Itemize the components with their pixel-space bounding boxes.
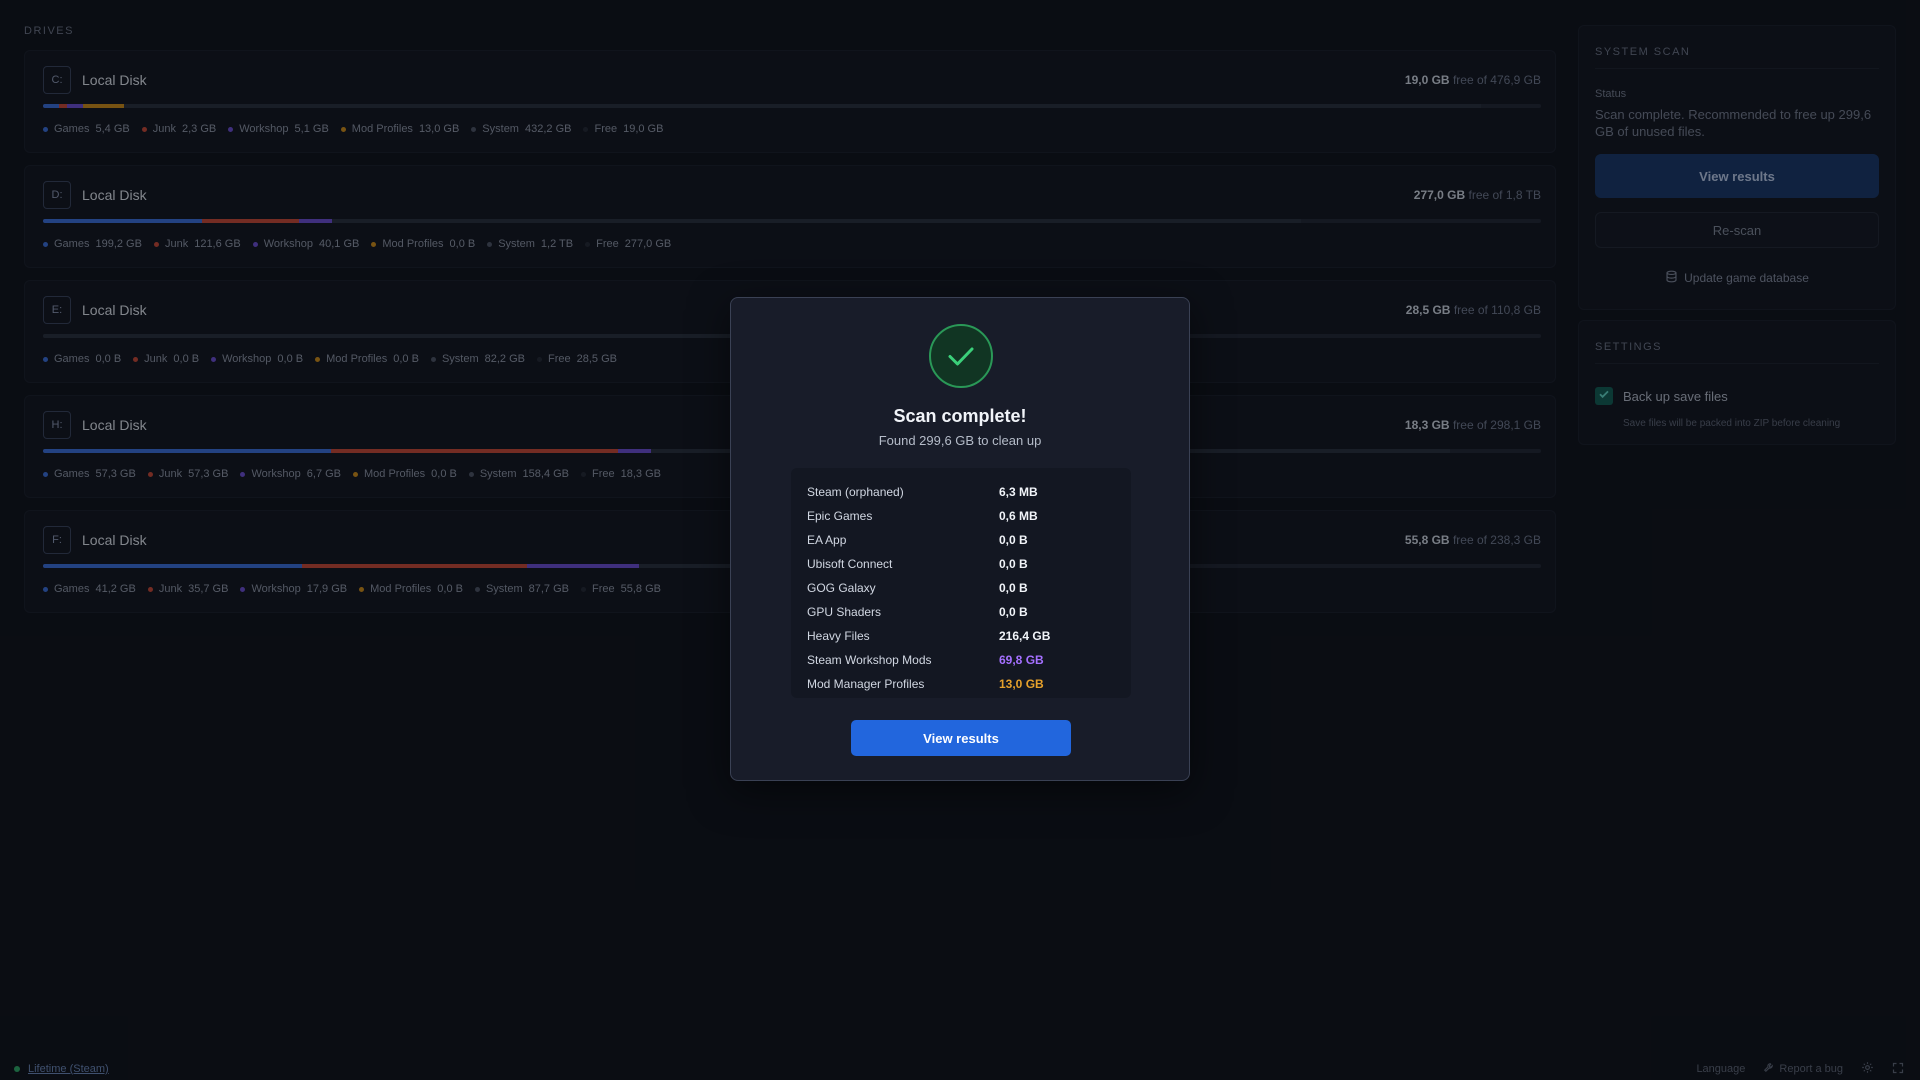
result-size: 0,0 B	[999, 533, 1028, 547]
result-row: Mod Manager Profiles 13,0 GB	[791, 672, 1131, 696]
scan-complete-dialog: Scan complete! Found 299,6 GB to clean u…	[730, 297, 1190, 781]
result-category: Steam Workshop Mods	[807, 653, 932, 667]
result-category: Ubisoft Connect	[807, 557, 893, 571]
result-size: 0,6 MB	[999, 509, 1038, 523]
result-size: 13,0 GB	[999, 677, 1044, 691]
result-row: GPU Shaders 0,0 B	[791, 600, 1131, 624]
success-check-icon	[929, 324, 993, 388]
result-category: Epic Games	[807, 509, 873, 523]
result-row: Ubisoft Connect 0,0 B	[791, 552, 1131, 576]
result-category: Mod Manager Profiles	[807, 677, 925, 691]
result-size: 0,0 B	[999, 557, 1028, 571]
results-summary-table: Steam (orphaned) 6,3 MB Epic Games 0,6 MB…	[791, 468, 1131, 698]
result-category: GPU Shaders	[807, 605, 882, 619]
result-row: Heavy Files 216,4 GB	[791, 624, 1131, 648]
dialog-subtitle: Found 299,6 GB to clean up	[878, 433, 1042, 448]
result-row: GOG Galaxy 0,0 B	[791, 576, 1131, 600]
result-size: 0,0 B	[999, 581, 1028, 595]
result-row: Epic Games 0,6 MB	[791, 504, 1131, 528]
result-row: EA App 0,0 B	[791, 528, 1131, 552]
result-size: 216,4 GB	[999, 629, 1051, 643]
result-size: 69,8 GB	[999, 653, 1044, 667]
dialog-view-results-button[interactable]: View results	[851, 720, 1071, 756]
result-row: Steam Workshop Mods 69,8 GB	[791, 648, 1131, 672]
dialog-title: Scan complete!	[893, 406, 1027, 426]
result-size: 0,0 B	[999, 605, 1028, 619]
result-category: Steam (orphaned)	[807, 485, 904, 499]
result-category: GOG Galaxy	[807, 581, 876, 595]
result-size: 6,3 MB	[999, 485, 1038, 499]
result-row: Steam (orphaned) 6,3 MB	[791, 480, 1131, 504]
result-category: Heavy Files	[807, 629, 870, 643]
result-category: EA App	[807, 533, 847, 547]
